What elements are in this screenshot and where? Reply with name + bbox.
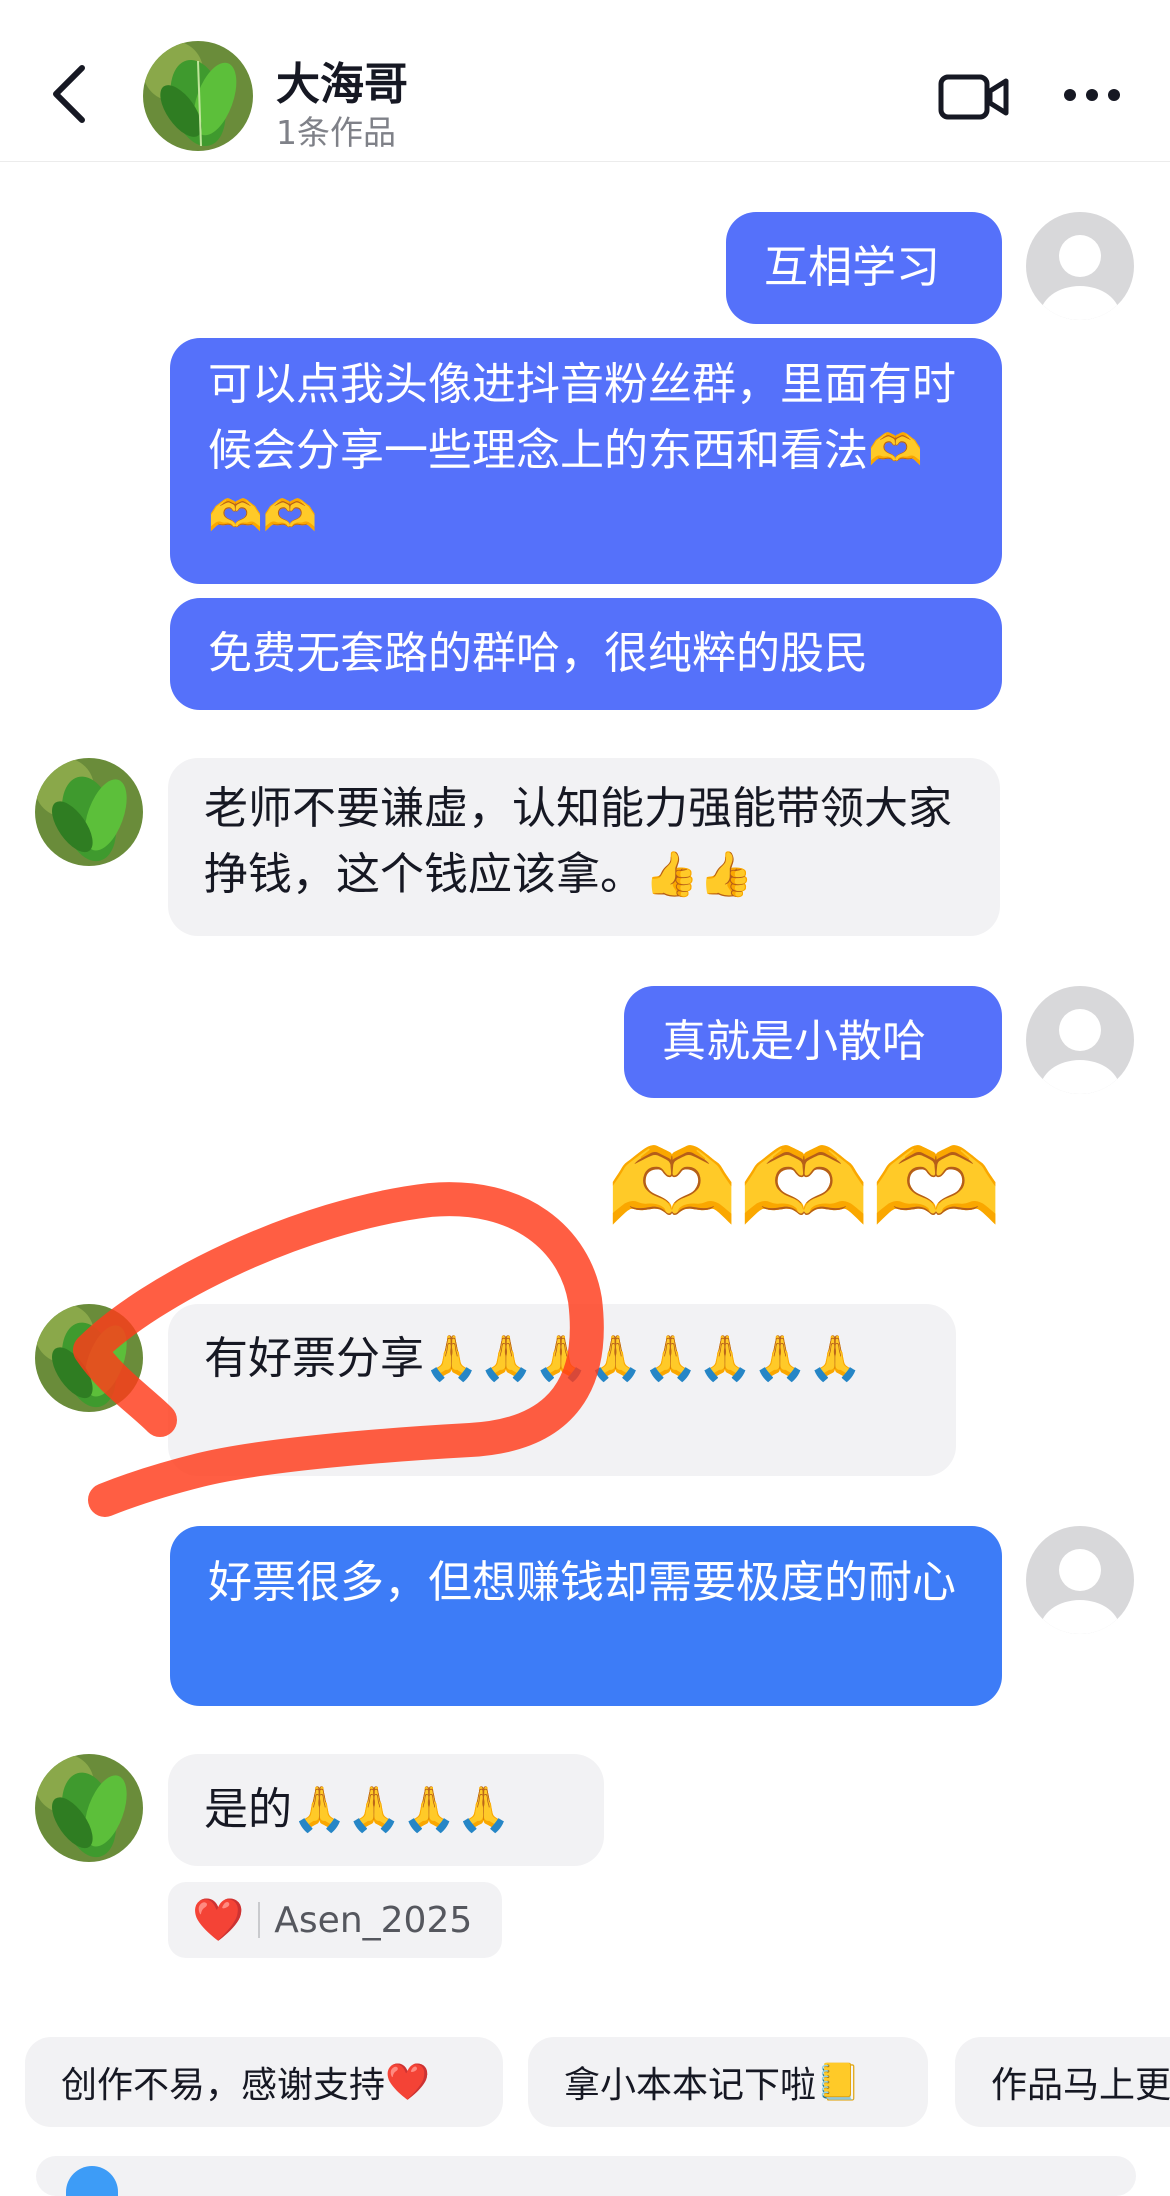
quick-reply-label: 拿小本本记下啦 — [564, 2065, 817, 2106]
contact-avatar[interactable] — [35, 1304, 143, 1412]
my-avatar[interactable] — [1026, 1526, 1134, 1634]
chevron-left-icon[interactable] — [50, 64, 90, 124]
heart-emoji: ❤️ — [385, 2062, 430, 2103]
message-text: 是的 — [204, 1784, 292, 1835]
video-call-icon[interactable] — [938, 72, 1010, 122]
quick-reply-label: 作品马上更 — [991, 2065, 1170, 2106]
heart-hands-emoji: 🫶🫶🫶 — [606, 1126, 1002, 1249]
quick-reply-label: 创作不易，感谢支持 — [61, 2065, 386, 2106]
quick-reply-notebook[interactable]: 拿小本本记下啦 📒 — [528, 2037, 928, 2127]
message-text: 真就是小散哈 — [662, 1016, 926, 1067]
message-bubble[interactable]: 真就是小散哈 — [624, 986, 1002, 1098]
message-text: 免费无套路的群哈，很纯粹的股民 — [208, 628, 868, 679]
contact-avatar[interactable] — [35, 1754, 143, 1862]
contact-works-count[interactable]: 1条作品 — [276, 106, 396, 154]
notebook-emoji: 📒 — [816, 2062, 861, 2103]
message-bubble[interactable]: 互相学习 — [726, 212, 1002, 324]
more-dots-icon[interactable] — [1062, 86, 1122, 104]
message-text: 好票很多，但想赚钱却需要极度的耐心 — [208, 1557, 956, 1608]
reaction-divider — [258, 1902, 261, 1938]
chat-header: 大海哥 1条作品 — [0, 0, 1170, 162]
contact-avatar[interactable] — [143, 41, 253, 151]
my-avatar[interactable] — [1026, 986, 1134, 1094]
message-text: 可以点我头像进抖音粉丝群，里面有时候会分享一些理念上的东西和看法 — [208, 359, 956, 476]
message-emoji: 🙏🙏🙏🙏🙏🙏🙏🙏 — [424, 1333, 863, 1384]
message-reaction[interactable]: ❤️ Asen_2025 — [168, 1882, 503, 1958]
contact-name[interactable]: 大海哥 — [276, 48, 408, 112]
contact-avatar[interactable] — [35, 758, 143, 866]
message-bubble[interactable]: 可以点我头像进抖音粉丝群，里面有时候会分享一些理念上的东西和看法🫶🫶🫶 — [170, 338, 1002, 584]
my-avatar[interactable] — [1026, 212, 1134, 320]
message-text: 互相学习 — [764, 242, 940, 293]
heart-icon: ❤️ — [192, 1895, 245, 1944]
message-bubble[interactable]: 免费无套路的群哈，很纯粹的股民 — [170, 598, 1002, 710]
message-text: 有好票分享 — [204, 1333, 424, 1384]
large-emoji-message[interactable]: 🫶🫶🫶 — [552, 1118, 1002, 1258]
message-emoji: 🙏🙏🙏🙏 — [292, 1784, 512, 1835]
message-bubble[interactable]: 好票很多，但想赚钱却需要极度的耐心 — [170, 1526, 1002, 1706]
message-text: 老师不要谦虚，认知能力强能带领大家挣钱，这个钱应该拿。 — [204, 783, 952, 900]
quick-reply-update[interactable]: 作品马上更 — [955, 2037, 1170, 2127]
message-bubble[interactable]: 老师不要谦虚，认知能力强能带领大家挣钱，这个钱应该拿。👍👍 — [168, 758, 1000, 936]
message-emoji: 👍👍 — [644, 849, 754, 900]
quick-reply-thanks[interactable]: 创作不易，感谢支持 ❤️ — [25, 2037, 503, 2127]
message-bubble[interactable]: 有好票分享🙏🙏🙏🙏🙏🙏🙏🙏 — [168, 1304, 956, 1476]
reaction-username: Asen_2025 — [274, 1899, 473, 1941]
message-bubble[interactable]: 是的🙏🙏🙏🙏 — [168, 1754, 604, 1866]
input-bar[interactable] — [36, 2156, 1136, 2196]
